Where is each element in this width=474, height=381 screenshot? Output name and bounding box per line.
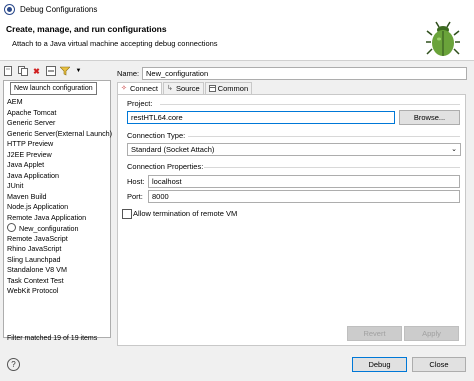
tree-item-nodejs-application[interactable]: Node.js Application: [7, 202, 68, 212]
tree-item-new-configuration[interactable]: New_configuration: [7, 223, 79, 234]
eclipse-icon: [5, 4, 14, 14]
collapse-all-icon[interactable]: [45, 66, 56, 77]
tree-item-aem[interactable]: AEM: [7, 97, 23, 107]
chevron-down-icon[interactable]: ▼: [73, 66, 84, 77]
new-config-icon[interactable]: [3, 66, 14, 77]
allow-termination-label: Allow termination of remote VM: [133, 209, 238, 218]
debug-config-icon: [7, 223, 16, 232]
tree-item-generic-server[interactable]: Generic Server: [7, 118, 55, 128]
delete-icon[interactable]: ✖: [31, 66, 42, 77]
connection-properties-label: Connection Properties:: [127, 162, 204, 171]
tooltip: New launch configuration: [10, 82, 97, 95]
group-divider: [160, 104, 460, 105]
filter-icon[interactable]: [59, 66, 70, 77]
help-icon[interactable]: ?: [7, 358, 20, 371]
dialog-header: Create, manage, and run configurations A…: [0, 18, 474, 61]
source-icon: ↳: [166, 85, 173, 92]
host-label: Host:: [127, 177, 145, 186]
tree-item-http-preview[interactable]: HTTP Preview: [7, 139, 53, 149]
tree-item-junit[interactable]: JUnit: [7, 181, 23, 191]
tree-item-new-configuration-label: New_configuration: [19, 224, 79, 233]
connection-type-select[interactable]: Standard (Socket Attach) ⌄: [127, 143, 461, 156]
launch-config-tree[interactable]: AEM Apache Tomcat Generic Server Generic…: [3, 80, 112, 338]
config-tabs: ✧ Connect ↳ Source Common: [117, 82, 253, 94]
project-group-label: Project:: [127, 99, 153, 108]
debug-button[interactable]: Debug: [352, 357, 407, 372]
host-input[interactable]: localhost: [148, 175, 460, 188]
close-button[interactable]: Close: [412, 357, 466, 372]
tree-item-task-context-test[interactable]: Task Context Test: [7, 276, 64, 286]
tab-connect[interactable]: ✧ Connect: [117, 82, 162, 94]
tree-item-remote-javascript[interactable]: Remote JavaScript: [7, 234, 68, 244]
tree-item-maven-build[interactable]: Maven Build: [7, 192, 47, 202]
connection-type-label: Connection Type:: [127, 131, 186, 140]
tab-common-label: Common: [217, 84, 249, 93]
apply-button[interactable]: Apply: [404, 326, 459, 341]
window-titlebar: Debug Configurations: [0, 0, 474, 18]
tree-item-apache-tomcat[interactable]: Apache Tomcat: [7, 108, 56, 118]
tab-common[interactable]: Common: [204, 82, 253, 94]
header-title: Create, manage, and run configurations: [6, 24, 167, 34]
project-input[interactable]: restHTL64.core: [127, 111, 395, 124]
tree-item-remote-java-application[interactable]: Remote Java Application: [7, 213, 86, 223]
group-divider: [204, 167, 460, 168]
tree-item-j2ee-preview[interactable]: J2EE Preview: [7, 150, 52, 160]
duplicate-icon[interactable]: [17, 66, 28, 77]
common-icon: [208, 85, 216, 92]
port-label: Port:: [127, 192, 143, 201]
allow-termination-checkbox[interactable]: [122, 209, 132, 219]
filter-status: Filter matched 19 of 19 items: [7, 335, 98, 342]
launch-toolbar: ✖ ▼: [3, 64, 84, 78]
name-label: Name:: [117, 69, 140, 78]
tab-source-label: Source: [175, 84, 200, 93]
tree-item-standalone-v8-vm[interactable]: Standalone V8 VM: [7, 265, 67, 275]
tab-connect-label: Connect: [130, 84, 158, 93]
tree-item-java-application[interactable]: Java Application: [7, 171, 59, 181]
port-input[interactable]: 8000: [148, 190, 460, 203]
connect-panel: Project: restHTL64.core Browse... Connec…: [117, 94, 466, 346]
tab-source[interactable]: ↳ Source: [162, 82, 204, 94]
tree-item-generic-server-external[interactable]: Generic Server(External Launch): [7, 129, 112, 139]
revert-button[interactable]: Revert: [347, 326, 402, 341]
connect-icon: ✧: [121, 85, 127, 92]
tree-item-rhino-javascript[interactable]: Rhino JavaScript: [7, 244, 61, 254]
name-input[interactable]: New_configuration: [142, 67, 467, 80]
browse-button[interactable]: Browse...: [399, 110, 460, 125]
tree-item-java-applet[interactable]: Java Applet: [7, 160, 44, 170]
debug-bug-icon: [426, 21, 460, 56]
connection-type-value: Standard (Socket Attach): [131, 145, 215, 154]
group-divider: [188, 136, 460, 137]
tree-item-sling-launchpad[interactable]: Sling Launchpad: [7, 255, 61, 265]
tree-item-webkit-protocol[interactable]: WebKit Protocol: [7, 286, 58, 296]
chevron-down-icon: ⌄: [451, 146, 457, 153]
header-description: Attach to a Java virtual machine accepti…: [12, 39, 218, 48]
window-title: Debug Configurations: [20, 4, 98, 14]
